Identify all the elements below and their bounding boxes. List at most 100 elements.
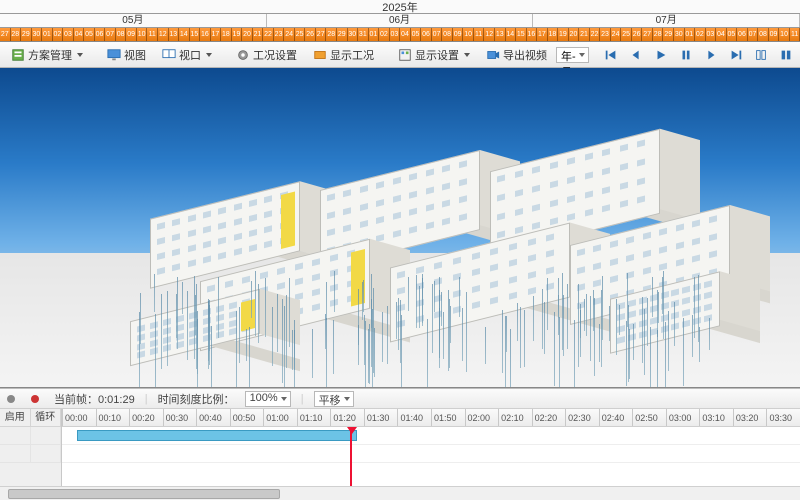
next-button[interactable] [699, 45, 723, 65]
calendar-day[interactable]: 30 [674, 28, 685, 41]
view-button[interactable]: 视图 [100, 45, 153, 65]
calendar-day[interactable]: 23 [600, 28, 611, 41]
calendar-day[interactable]: 11 [790, 28, 800, 41]
calendar-day[interactable]: 19 [558, 28, 569, 41]
calendar-day[interactable]: 11 [147, 28, 158, 41]
calendar-day[interactable]: 04 [74, 28, 85, 41]
timeline-playhead[interactable] [350, 427, 352, 486]
first-button[interactable] [599, 45, 623, 65]
calendar-day[interactable]: 17 [537, 28, 548, 41]
calendar-day[interactable]: 10 [137, 28, 148, 41]
calendar-day[interactable]: 27 [0, 28, 11, 41]
calendar-day[interactable]: 22 [263, 28, 274, 41]
calendar-day[interactable]: 26 [632, 28, 643, 41]
prev-button[interactable] [624, 45, 648, 65]
calendar-day[interactable]: 04 [400, 28, 411, 41]
calendar-day[interactable]: 29 [663, 28, 674, 41]
date-format-select[interactable]: 年-月-日 [556, 47, 589, 63]
calendar-day[interactable]: 23 [274, 28, 285, 41]
calendar-day[interactable]: 03 [63, 28, 74, 41]
calendar-day[interactable]: 30 [32, 28, 43, 41]
calendar-day[interactable]: 09 [769, 28, 780, 41]
calendar-day[interactable]: 04 [716, 28, 727, 41]
calendar-day[interactable]: 05 [84, 28, 95, 41]
loop-b-button[interactable] [774, 45, 798, 65]
calendar-day[interactable]: 28 [326, 28, 337, 41]
calendar-day[interactable]: 29 [337, 28, 348, 41]
calendar-day[interactable]: 05 [727, 28, 738, 41]
display-settings-button[interactable]: 显示设置 [391, 45, 477, 65]
calendar-day[interactable]: 14 [506, 28, 517, 41]
calendar-day[interactable]: 02 [379, 28, 390, 41]
calendar-day[interactable]: 22 [590, 28, 601, 41]
timeline-clip[interactable] [77, 430, 357, 441]
timeline-tracks[interactable] [62, 427, 800, 486]
calendar-day[interactable]: 12 [158, 28, 169, 41]
calendar-day[interactable]: 06 [95, 28, 106, 41]
scrollbar-thumb[interactable] [8, 489, 280, 499]
calendar-day[interactable]: 17 [211, 28, 222, 41]
plan-management-button[interactable]: 方案管理 [4, 45, 90, 65]
calendar-day[interactable]: 27 [316, 28, 327, 41]
calendar-day[interactable]: 09 [453, 28, 464, 41]
calendar-day[interactable]: 09 [126, 28, 137, 41]
calendar-day[interactable]: 26 [305, 28, 316, 41]
calendar-day[interactable]: 14 [179, 28, 190, 41]
calendar-day[interactable]: 21 [579, 28, 590, 41]
calendar-day[interactable]: 08 [116, 28, 127, 41]
calendar-day[interactable]: 10 [779, 28, 790, 41]
calendar-day[interactable]: 01 [685, 28, 696, 41]
calendar-day[interactable]: 31 [358, 28, 369, 41]
last-button[interactable] [724, 45, 748, 65]
calendar-day[interactable]: 08 [758, 28, 769, 41]
calendar-day[interactable]: 30 [348, 28, 359, 41]
calendar-days-row[interactable]: 2728293001020304050607080910111213141516… [0, 28, 800, 42]
work-settings-button[interactable]: 工况设置 [229, 45, 304, 65]
show-work-button[interactable]: 显示工况 [306, 45, 381, 65]
calendar-day[interactable]: 16 [527, 28, 538, 41]
calendar-day[interactable]: 25 [621, 28, 632, 41]
calendar-day[interactable]: 16 [200, 28, 211, 41]
calendar-day[interactable]: 07 [748, 28, 759, 41]
calendar-day[interactable]: 20 [569, 28, 580, 41]
calendar-day[interactable]: 24 [284, 28, 295, 41]
calendar-day[interactable]: 15 [516, 28, 527, 41]
export-video-button[interactable]: 导出视频 [479, 45, 554, 65]
calendar-day[interactable]: 21 [253, 28, 264, 41]
calendar-day[interactable]: 01 [369, 28, 380, 41]
calendar-day[interactable]: 25 [295, 28, 306, 41]
calendar-day[interactable]: 06 [737, 28, 748, 41]
calendar-day[interactable]: 27 [642, 28, 653, 41]
calendar-day[interactable]: 13 [169, 28, 180, 41]
calendar-day[interactable]: 06 [421, 28, 432, 41]
calendar-day[interactable]: 10 [463, 28, 474, 41]
calendar-day[interactable]: 03 [390, 28, 401, 41]
calendar-day[interactable]: 24 [611, 28, 622, 41]
calendar-day[interactable]: 03 [706, 28, 717, 41]
calendar-day[interactable]: 02 [53, 28, 64, 41]
play-button[interactable] [649, 45, 673, 65]
timeline-ruler[interactable]: 00:0000:1000:2000:3000:4000:5001:0001:10… [62, 409, 800, 427]
calendar-day[interactable]: 12 [484, 28, 495, 41]
calendar-day[interactable]: 11 [474, 28, 485, 41]
calendar-day[interactable]: 18 [221, 28, 232, 41]
scale-select[interactable]: 100% [245, 391, 291, 407]
track-row-header[interactable] [0, 445, 61, 463]
timeline-scrollbar[interactable] [0, 486, 800, 500]
track-row-header[interactable] [0, 427, 61, 445]
viewport-button[interactable]: 视口 [155, 45, 219, 65]
calendar-day[interactable]: 08 [442, 28, 453, 41]
track-row[interactable] [62, 427, 800, 445]
calendar-day[interactable]: 18 [548, 28, 559, 41]
timeline-tracks-area[interactable]: 00:0000:1000:2000:3000:4000:5001:0001:10… [62, 409, 800, 486]
pause-button[interactable] [674, 45, 698, 65]
calendar-day[interactable]: 15 [190, 28, 201, 41]
calendar-day[interactable]: 07 [432, 28, 443, 41]
calendar-day[interactable]: 05 [411, 28, 422, 41]
record-icon[interactable] [30, 394, 40, 404]
3d-viewport[interactable] [0, 68, 800, 388]
calendar-day[interactable]: 01 [42, 28, 53, 41]
loop-a-button[interactable] [749, 45, 773, 65]
mode-select[interactable]: 平移 [314, 391, 354, 407]
calendar-day[interactable]: 20 [242, 28, 253, 41]
